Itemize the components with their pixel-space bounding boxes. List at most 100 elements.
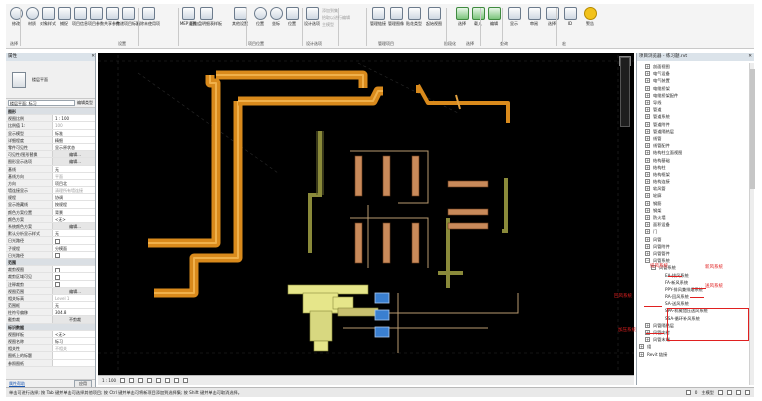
property-edit-button[interactable]: 不剪裁 — [52, 316, 95, 323]
ribbon-button-26[interactable]: ID — [562, 7, 578, 37]
browser-tree-item[interactable]: + 软风管 — [637, 185, 748, 192]
ribbon-button-27[interactable]: 警告 — [582, 7, 598, 37]
expand-icon[interactable]: + — [645, 243, 650, 249]
expand-icon[interactable]: + — [645, 215, 650, 221]
property-value[interactable]: 无 — [52, 302, 95, 309]
browser-tree-item[interactable]: + 管道附件 — [637, 121, 748, 128]
expand-icon[interactable]: + — [645, 236, 650, 242]
browser-tree-item[interactable]: FA-新风系统 — [637, 279, 748, 286]
ribbon-button-18[interactable]: 贴花类型 — [406, 7, 422, 37]
expand-icon[interactable]: + — [645, 229, 650, 235]
select-links-icon[interactable] — [718, 389, 723, 395]
expand-icon[interactable]: + — [645, 121, 650, 127]
property-value[interactable] — [52, 352, 95, 359]
browser-tree-item[interactable]: + 管道隔热层 — [637, 128, 748, 135]
browser-tree-item[interactable]: + 结构连接 — [637, 178, 748, 185]
scrollbar-thumb[interactable] — [750, 69, 755, 189]
property-checkbox[interactable] — [55, 282, 60, 287]
ribbon-button-14[interactable]: 位置 — [284, 7, 300, 37]
browser-tree-item[interactable]: + 结构框架 — [637, 171, 748, 178]
ribbon-button-13[interactable]: 坐标 — [268, 7, 284, 37]
browser-tree-item[interactable]: + 结构柱 — [637, 164, 748, 171]
expand-icon[interactable]: + — [645, 114, 650, 120]
ribbon-button-2[interactable]: 对象样式 — [40, 7, 56, 37]
browser-tree-item[interactable]: PPY-排风兼排烟系统 — [637, 286, 748, 293]
ribbon-button-7[interactable]: 传递项目标准 — [116, 7, 140, 37]
ribbon-button-4[interactable]: 项目信息 — [72, 7, 88, 37]
property-value[interactable]: 1 : 100 — [52, 115, 95, 122]
browser-tree-item[interactable]: + 管道系统 — [637, 113, 748, 120]
ribbon-button-24[interactable]: 审阅 — [526, 7, 542, 37]
browser-tree-item[interactable]: EA-排风系统 — [637, 271, 748, 278]
property-value[interactable]: 项目北 — [52, 179, 95, 187]
ribbon-button-17[interactable]: 管理图像 — [388, 7, 404, 37]
property-group-header[interactable]: 图形 — [6, 108, 95, 116]
browser-tree-item[interactable]: + 门 — [637, 228, 748, 235]
property-edit-button[interactable]: 编辑... — [52, 223, 95, 230]
browser-tree-item[interactable]: + 结构基础 — [637, 156, 748, 163]
property-value[interactable]: 分模面 — [52, 244, 95, 251]
ribbon-button-5[interactable]: 项目参数 — [88, 7, 104, 37]
property-edit-button[interactable]: 编辑... — [52, 158, 95, 165]
expand-icon[interactable]: + — [645, 100, 650, 106]
browser-tree-item[interactable]: + 组 — [637, 343, 748, 350]
temporary-hide-icon[interactable] — [174, 378, 180, 383]
browser-tree-item[interactable]: + 防火墙 — [637, 214, 748, 221]
close-icon[interactable]: ✕ — [91, 53, 95, 61]
property-value[interactable]: 标习 — [52, 338, 95, 345]
expand-icon[interactable]: + — [639, 351, 644, 357]
drawing-canvas[interactable]: TOP — [98, 53, 634, 375]
browser-tree-item[interactable]: + 风管管件 — [637, 250, 748, 257]
expand-icon[interactable]: + — [645, 250, 650, 256]
expand-icon[interactable]: + — [645, 143, 650, 149]
ribbon-button-10[interactable]: 配电盘明细表样板 — [190, 7, 222, 37]
expand-icon[interactable]: + — [645, 179, 650, 185]
ribbon-button-3[interactable]: 捕捉 — [56, 7, 72, 37]
ribbon-button-23[interactable]: 显示 — [506, 7, 522, 37]
ribbon-button-25[interactable]: 选择 — [544, 7, 560, 37]
shadows-icon[interactable] — [147, 378, 153, 383]
browser-tree-item[interactable]: + 电气装置 — [637, 77, 748, 84]
expand-icon[interactable]: + — [645, 322, 650, 328]
browser-tree-item[interactable]: + Revit 链接 — [637, 351, 748, 358]
filter-icon[interactable] — [745, 389, 750, 395]
close-icon[interactable]: ✕ — [748, 53, 752, 61]
browser-tree-item[interactable]: + 钢架 — [637, 207, 748, 214]
expand-icon[interactable]: + — [645, 92, 650, 98]
browser-tree-item[interactable]: + 风管 — [637, 236, 748, 243]
type-selector[interactable]: 楼层平面 — [6, 61, 95, 99]
expand-icon[interactable]: + — [645, 78, 650, 84]
property-value[interactable] — [52, 237, 95, 244]
browser-tree-item[interactable]: + 管道 — [637, 106, 748, 113]
crop-view-icon[interactable] — [156, 378, 162, 383]
property-value[interactable]: <无> — [52, 215, 95, 222]
select-underlay-icon[interactable] — [727, 389, 732, 395]
property-edit-button[interactable]: 编辑... — [52, 151, 95, 158]
expand-icon[interactable]: + — [645, 135, 650, 141]
show-crop-icon[interactable] — [165, 378, 171, 383]
property-group-header[interactable]: 标识数据 — [6, 323, 95, 331]
property-value[interactable] — [52, 266, 95, 273]
ribbon-button-15[interactable]: 设计选项 — [304, 7, 320, 37]
expand-icon[interactable]: + — [639, 344, 644, 350]
navigation-bar[interactable] — [620, 57, 630, 127]
expand-icon[interactable]: + — [645, 186, 650, 192]
property-value[interactable]: <无> — [52, 330, 95, 337]
ribbon-button-19[interactable]: 起始视图 — [426, 7, 442, 37]
sun-path-icon[interactable] — [138, 378, 144, 383]
ribbon-button-20[interactable]: 选择 — [454, 7, 470, 37]
browser-scrollbar[interactable] — [749, 63, 755, 385]
property-value[interactable] — [52, 273, 95, 280]
property-value[interactable]: 精细 — [52, 136, 95, 143]
browser-tree-item[interactable]: + 导线 — [637, 99, 748, 106]
property-value[interactable] — [52, 251, 95, 258]
property-value[interactable] — [52, 280, 95, 287]
reveal-hidden-icon[interactable] — [183, 378, 189, 383]
expand-icon[interactable]: + — [645, 171, 650, 177]
property-checkbox[interactable] — [55, 238, 60, 244]
browser-tree-item[interactable]: + 轮廓 — [637, 192, 748, 199]
expand-icon[interactable]: + — [645, 128, 650, 134]
expand-icon[interactable]: + — [645, 85, 650, 91]
browser-tree-item[interactable]: + 风管附件 — [637, 243, 748, 250]
property-value[interactable]: 按规程 — [52, 201, 95, 208]
